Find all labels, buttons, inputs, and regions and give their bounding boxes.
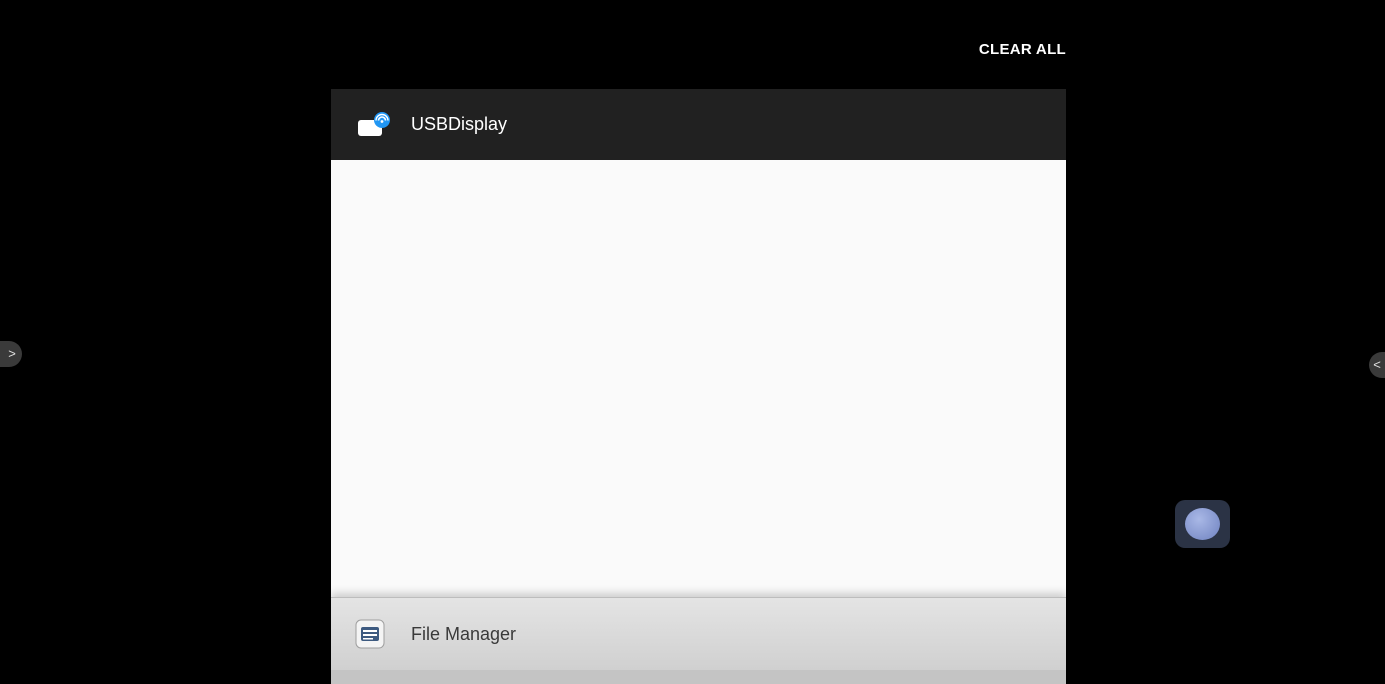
- recent-app-card-file-manager[interactable]: File Manager: [331, 597, 1066, 684]
- floating-assistive-button[interactable]: [1175, 500, 1230, 548]
- clear-all-button[interactable]: CLEAR ALL: [930, 38, 1066, 62]
- assistive-touch-icon: [1185, 508, 1220, 540]
- card-app-name: USBDisplay: [411, 114, 508, 134]
- left-edge-chevron-right-icon[interactable]: >: [0, 341, 22, 367]
- recent-apps-screen: CLEAR ALL USBDisplay File Manager > <: [0, 0, 1385, 684]
- card-preview-edge: [331, 670, 1066, 684]
- card-header[interactable]: File Manager: [331, 598, 1066, 670]
- usb-display-icon: [357, 112, 391, 138]
- recent-app-card-usbdisplay[interactable]: USBDisplay: [331, 89, 1066, 609]
- card-app-name: File Manager: [411, 624, 517, 644]
- file-manager-icon: [355, 619, 385, 649]
- card-header[interactable]: USBDisplay: [331, 89, 1066, 160]
- app-preview-thumbnail[interactable]: [331, 160, 1066, 609]
- right-edge-chevron-left-icon[interactable]: <: [1369, 352, 1385, 378]
